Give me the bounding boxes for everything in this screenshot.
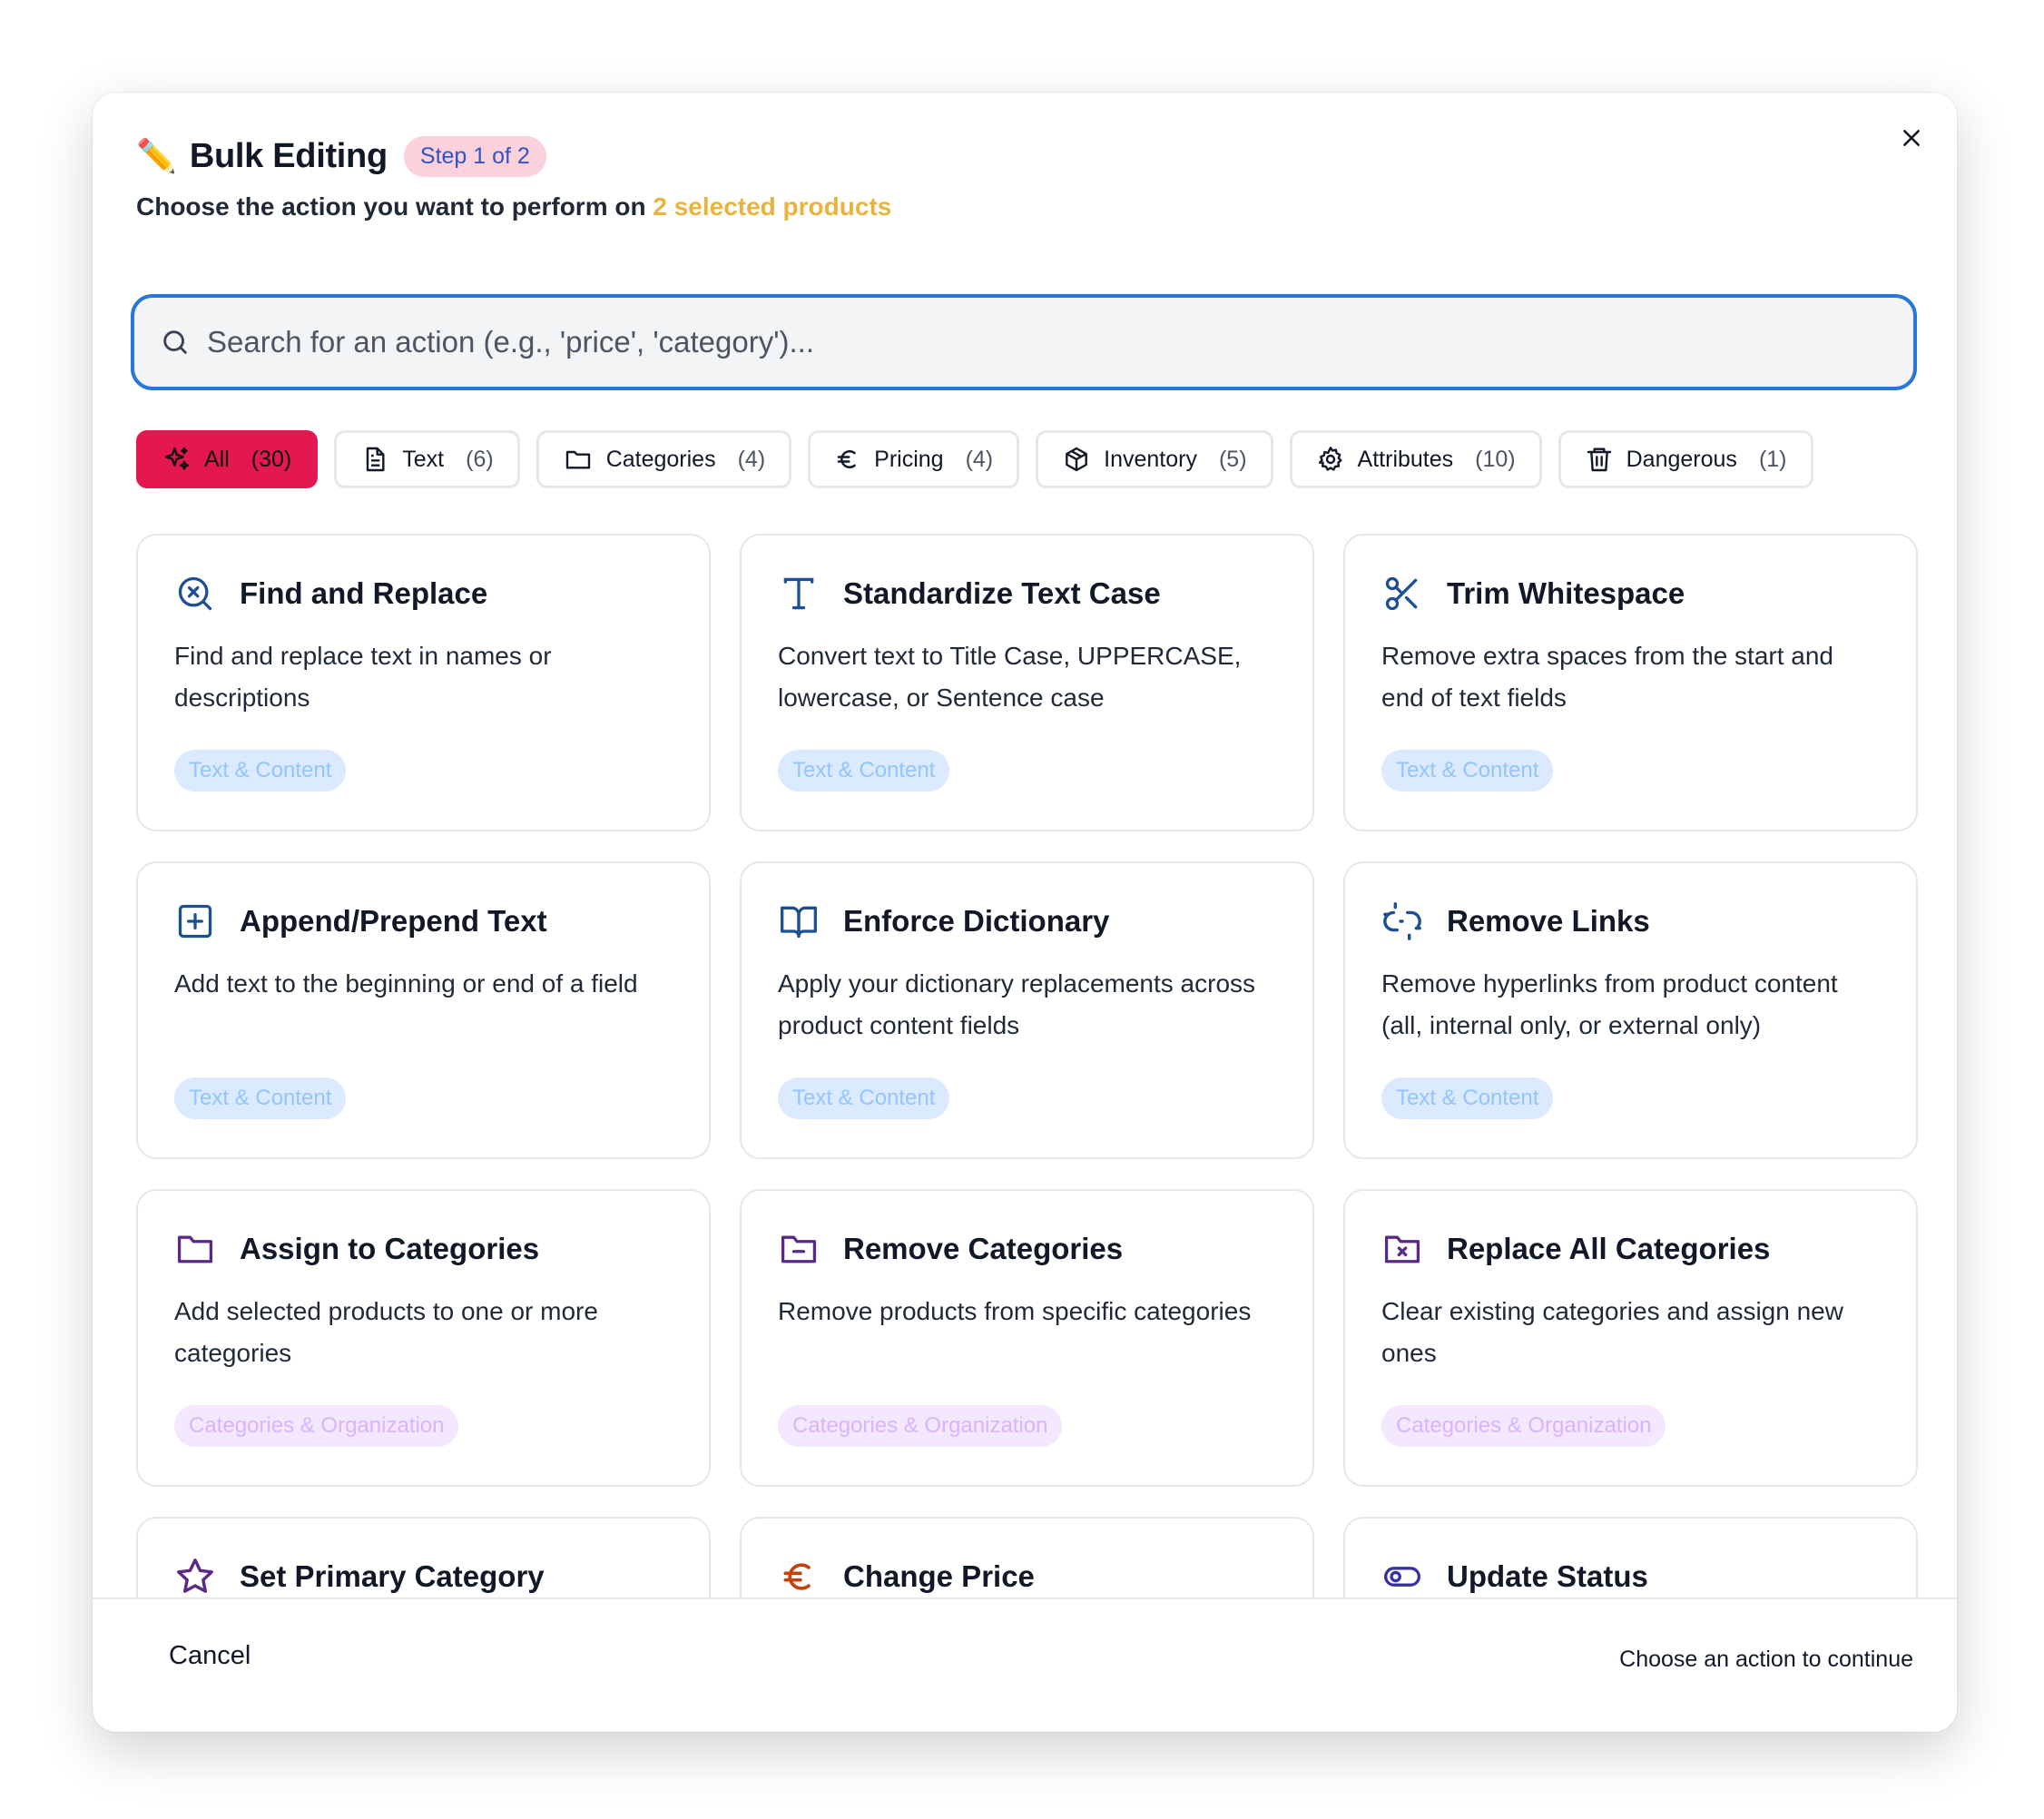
category-tag: Text & Content <box>174 1077 347 1119</box>
filter-pricing[interactable]: Pricing (4) <box>808 430 1020 488</box>
category-tag: Categories & Organization <box>174 1405 459 1447</box>
filter-categories-label: Categories <box>605 446 716 472</box>
star-icon <box>174 1556 216 1598</box>
filter-attributes-count: (10) <box>1475 446 1516 472</box>
filter-dangerous-label: Dangerous <box>1626 446 1737 472</box>
book-open-icon <box>778 900 820 942</box>
action-description: Add selected products to one or more cat… <box>174 1297 598 1367</box>
action-description: Find and replace text in names or descri… <box>174 642 552 712</box>
document-icon <box>367 447 385 472</box>
search-box[interactable] <box>131 294 1917 390</box>
action-card-assign-categories[interactable]: Assign to Categories Add selected produc… <box>136 1189 711 1487</box>
action-grid: Find and Replace Find and replace text i… <box>136 534 1919 1732</box>
continue-hint: Choose an action to continue <box>1619 1647 1913 1672</box>
modal-header: ✏️ Bulk Editing Step 1 of 2 <box>136 127 546 185</box>
folder-x-icon <box>1381 1228 1423 1270</box>
filter-text-label: Text <box>402 446 445 472</box>
action-card-remove-categories[interactable]: Remove Categories Remove products from s… <box>740 1189 1314 1487</box>
search-input[interactable] <box>205 324 1897 360</box>
filter-categories[interactable]: Categories (4) <box>536 430 792 488</box>
plus-square-icon <box>174 900 216 942</box>
step-badge: Step 1 of 2 <box>403 135 546 177</box>
action-title: Trim Whitespace <box>1447 576 1685 610</box>
gear-icon <box>1318 447 1342 471</box>
filter-inventory-label: Inventory <box>1104 446 1197 472</box>
modal-footer: Cancel Choose an action to continue <box>93 1598 1957 1732</box>
action-card-standardize-case[interactable]: Standardize Text Case Convert text to Ti… <box>740 534 1314 831</box>
action-title: Assign to Categories <box>240 1232 540 1265</box>
action-title: Replace All Categories <box>1447 1232 1771 1265</box>
action-card-enforce-dictionary[interactable]: Enforce Dictionary Apply your dictionary… <box>740 861 1314 1159</box>
search-icon <box>163 330 187 354</box>
action-description: Remove extra spaces from the start and e… <box>1381 642 1833 712</box>
action-description: Remove products from specific categories <box>778 1297 1252 1325</box>
action-description: Remove hyperlinks from product content (… <box>1381 969 1838 1039</box>
filter-all-label: All <box>204 446 230 472</box>
category-tag: Text & Content <box>778 1077 950 1119</box>
action-title: Set Primary Category <box>240 1559 545 1593</box>
action-title: Append/Prepend Text <box>240 904 547 938</box>
action-description: Add text to the beginning or end of a fi… <box>174 969 638 998</box>
folder-icon <box>565 450 590 469</box>
filter-inventory-count: (5) <box>1218 446 1247 472</box>
selected-count: 2 selected products <box>653 192 892 221</box>
euro-icon <box>778 1556 820 1598</box>
close-button[interactable] <box>1890 116 1933 160</box>
action-title: Find and Replace <box>240 576 488 610</box>
modal-title: Bulk Editing <box>189 136 388 175</box>
filter-text[interactable]: Text (6) <box>334 430 520 488</box>
category-tag: Text & Content <box>1381 750 1554 792</box>
action-card-trim-whitespace[interactable]: Trim Whitespace Remove extra spaces from… <box>1343 534 1918 831</box>
category-tag: Text & Content <box>1381 1077 1554 1119</box>
filter-all-count: (30) <box>251 446 292 472</box>
filter-attributes[interactable]: Attributes (10) <box>1289 430 1542 488</box>
action-card-find-replace[interactable]: Find and Replace Find and replace text i… <box>136 534 711 831</box>
action-description: Convert text to Title Case, UPPERCASE, l… <box>778 642 1242 712</box>
filter-text-count: (6) <box>466 446 494 472</box>
action-title: Remove Categories <box>843 1232 1124 1265</box>
folder-minus-icon <box>778 1228 820 1270</box>
pencil-icon: ✏️ <box>136 137 177 174</box>
trash-icon <box>1587 447 1611 472</box>
action-title: Enforce Dictionary <box>843 904 1110 938</box>
filter-dangerous-count: (1) <box>1758 446 1787 472</box>
box-icon <box>1066 447 1088 472</box>
filter-attributes-label: Attributes <box>1357 446 1454 472</box>
filter-all[interactable]: All (30) <box>136 430 319 488</box>
action-card-replace-categories[interactable]: Replace All Categories Clear existing ca… <box>1343 1189 1918 1487</box>
search-x-icon <box>174 573 216 615</box>
text-type-icon <box>778 573 820 615</box>
action-card-append-prepend[interactable]: Append/Prepend Text Add text to the begi… <box>136 861 711 1159</box>
action-title: Standardize Text Case <box>843 576 1161 610</box>
action-description: Clear existing categories and assign new… <box>1381 1297 1843 1367</box>
subtitle-text: Choose the action you want to perform on <box>136 192 646 221</box>
filter-categories-count: (4) <box>737 446 766 472</box>
cancel-button[interactable]: Cancel <box>169 1641 251 1671</box>
scissors-icon <box>1381 573 1423 615</box>
filter-tabs: All (30) Text (6) Categories (4) Pricing… <box>136 430 1813 488</box>
filter-pricing-count: (4) <box>965 446 994 472</box>
filter-dangerous[interactable]: Dangerous (1) <box>1558 430 1813 488</box>
filter-inventory[interactable]: Inventory (5) <box>1036 430 1273 488</box>
action-title: Change Price <box>843 1559 1035 1593</box>
action-title: Remove Links <box>1447 904 1650 938</box>
unlink-icon <box>1381 900 1423 942</box>
close-icon <box>1903 130 1920 146</box>
toggle-icon <box>1381 1556 1423 1598</box>
category-tag: Categories & Organization <box>778 1405 1063 1447</box>
category-tag: Categories & Organization <box>1381 1405 1666 1447</box>
action-title: Update Status <box>1447 1559 1648 1593</box>
folder-icon <box>174 1228 216 1270</box>
action-card-remove-links[interactable]: Remove Links Remove hyperlinks from prod… <box>1343 861 1918 1159</box>
filter-pricing-label: Pricing <box>874 446 944 472</box>
modal-subtitle: Choose the action you want to perform on… <box>136 192 891 221</box>
bulk-edit-modal: ✏️ Bulk Editing Step 1 of 2 Choose the a… <box>93 93 1957 1732</box>
category-tag: Text & Content <box>174 750 347 792</box>
euro-icon <box>837 450 856 468</box>
action-description: Apply your dictionary replacements acros… <box>778 969 1256 1039</box>
category-tag: Text & Content <box>778 750 950 792</box>
sparkles-icon <box>164 447 190 470</box>
